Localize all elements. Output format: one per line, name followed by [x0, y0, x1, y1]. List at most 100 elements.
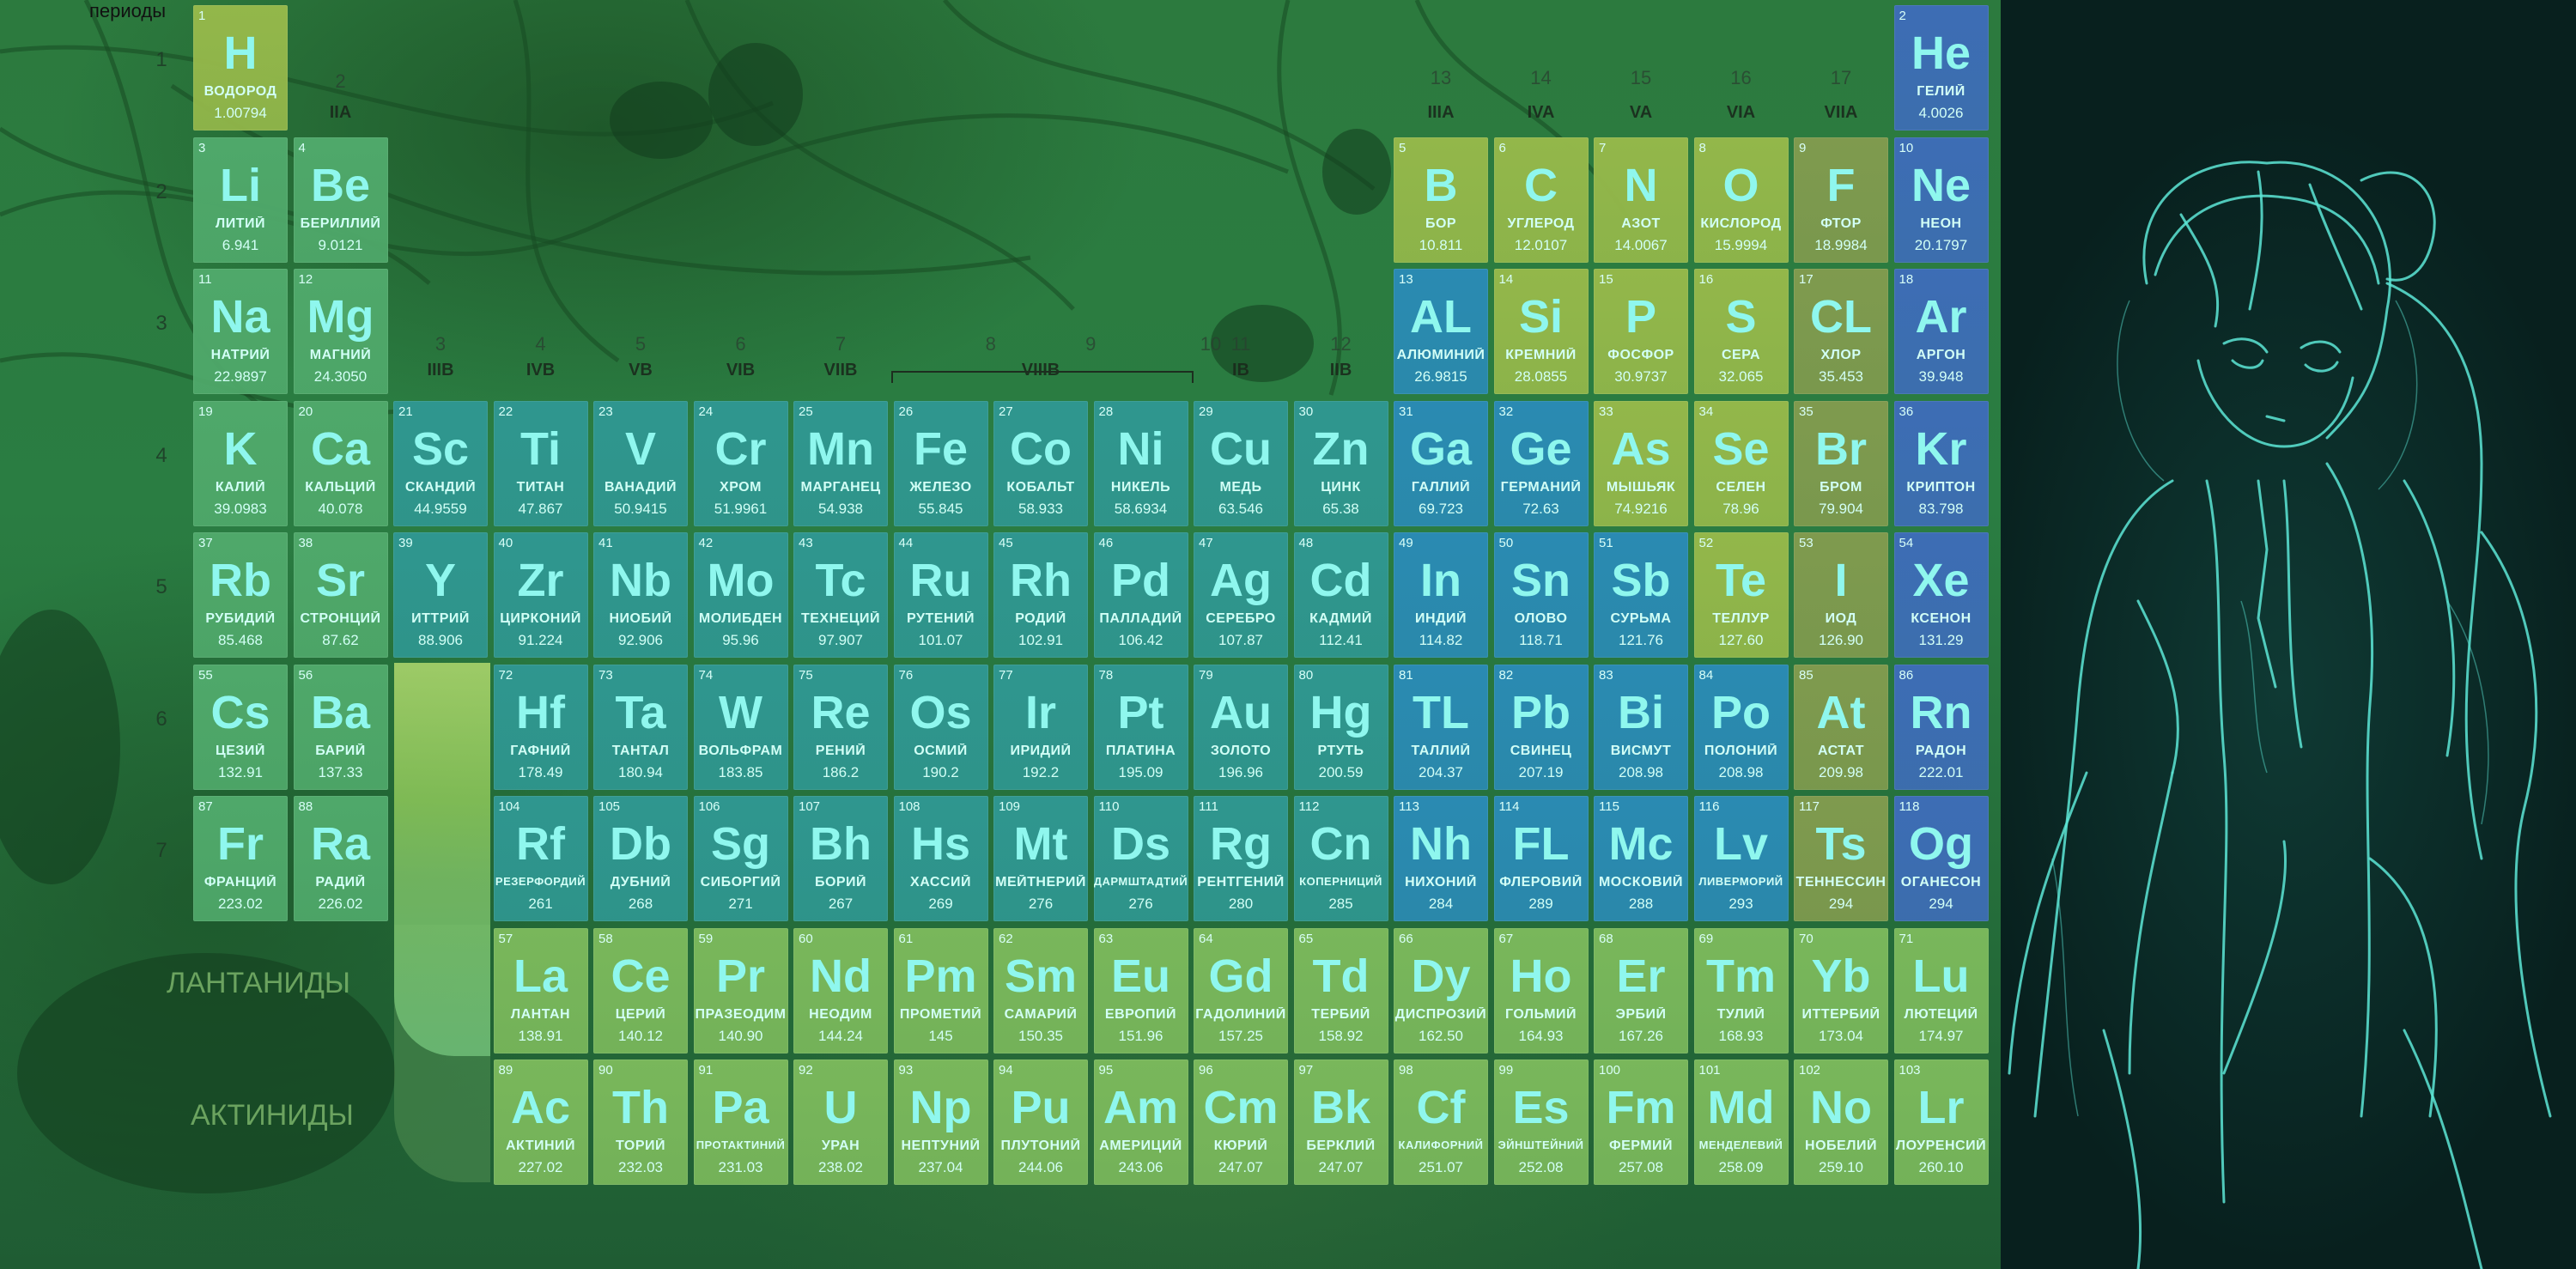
element-number: 71	[1899, 931, 1914, 946]
element-number: 48	[1298, 536, 1314, 550]
element-symbol: Ne	[1911, 159, 1971, 211]
group-number: 6	[735, 333, 746, 355]
element-tile-ne: 10 Ne НЕОН 20.1797	[1893, 137, 1989, 263]
element-name: НИОБИЙ	[609, 611, 672, 626]
element-tile-lr: 103 Lr ЛОУРЕНСИЙ 260.10	[1893, 1060, 1989, 1185]
element-number: 61	[898, 931, 914, 946]
element-tile-cd: 48 Cd КАДМИЙ 112.41	[1293, 532, 1388, 658]
element-mass: 78.96	[1722, 500, 1759, 517]
element-symbol: I	[1834, 555, 1848, 606]
element-mass: 102.91	[1018, 632, 1063, 648]
element-name: ЗОЛОТО	[1210, 743, 1272, 758]
element-number: 91	[698, 1063, 714, 1078]
element-mass: 208.98	[1619, 763, 1663, 780]
element-symbol: Ni	[1117, 422, 1164, 475]
element-symbol: P	[1625, 291, 1657, 343]
element-symbol: U	[823, 1082, 858, 1133]
element-tile-te: 52 Te ТЕЛЛУР 127.60	[1693, 532, 1789, 658]
element-mass: 247.07	[1318, 1159, 1364, 1175]
character-sketch	[2008, 161, 2552, 1269]
element-symbol: Li	[220, 159, 261, 211]
group-number: 9	[1085, 333, 1097, 355]
element-mass: 222.01	[1918, 763, 1964, 780]
element-tile-bh: 107 Bh БОРИЙ 267	[793, 796, 888, 921]
element-tile-eu: 63 Eu ЕВРОПИЙ 151.96	[1093, 927, 1188, 1053]
element-name: СТРОНЦИЙ	[300, 611, 381, 626]
element-symbol: Fm	[1606, 1082, 1676, 1133]
element-name: БАРИЙ	[315, 743, 366, 758]
element-mass: 39.948	[1918, 368, 1964, 385]
element-name: ПРОТАКТИНИЙ	[696, 1138, 786, 1151]
element-tile-ce: 58 Ce ЦЕРИЙ 140.12	[593, 927, 688, 1053]
element-name: ЖЕЛЕЗО	[909, 479, 972, 495]
element-tile-au: 79 Au ЗОЛОТО 196.96	[1194, 664, 1288, 790]
element-number: 7	[1599, 140, 1607, 155]
element-name: НЕОДИМ	[809, 1006, 872, 1022]
element-mass: 35.453	[1819, 368, 1863, 385]
element-number: 36	[1899, 404, 1914, 419]
element-name: МАРГАНЕЦ	[800, 479, 881, 495]
element-mass: 145	[928, 1027, 953, 1044]
element-name: КАЛИЙ	[215, 479, 266, 495]
element-name: ИРИДИЙ	[1010, 743, 1072, 758]
element-name: ВОДОРОД	[204, 84, 277, 99]
element-tile-ta: 73 Ta ТАНТАЛ 180.94	[593, 664, 688, 790]
element-symbol: Sm	[1004, 950, 1078, 1002]
element-mass: 285	[1328, 896, 1353, 912]
element-mass: 280	[1228, 896, 1254, 912]
element-symbol: W	[719, 686, 762, 738]
element-name: ЛИТИЙ	[216, 216, 265, 231]
element-symbol: Ba	[310, 686, 371, 738]
element-tile-yb: 70 Yb ИТТЕРБИЙ 173.04	[1794, 927, 1888, 1053]
element-mass: 294	[1828, 896, 1854, 912]
element-mass: 269	[928, 896, 953, 912]
element-name: БРОМ	[1820, 479, 1862, 495]
element-mass: 121.76	[1619, 632, 1663, 648]
element-name: ЕВРОПИЙ	[1104, 1006, 1177, 1022]
element-symbol: FL	[1512, 818, 1570, 870]
element-number: 37	[198, 536, 213, 550]
element-number: 106	[698, 799, 720, 814]
element-mass: 243.06	[1118, 1159, 1163, 1175]
element-mass: 238.02	[818, 1159, 863, 1175]
element-tile-ac: 89 Ac АКТИНИЙ 227.02	[493, 1060, 588, 1185]
element-tile-i: 53 I ИОД 126.90	[1794, 532, 1888, 658]
element-tile-p: 15 P ФОСФОР 30.9737	[1594, 269, 1688, 394]
element-name: АЛЮМИНИЙ	[1396, 348, 1485, 362]
element-mass: 196.96	[1218, 763, 1263, 780]
element-tile-b: 5 B БОР 10.811	[1394, 137, 1488, 263]
element-tile-tm: 69 Tm ТУЛИЙ 168.93	[1693, 927, 1789, 1053]
element-number: 38	[298, 536, 313, 550]
element-number: 74	[698, 667, 714, 683]
element-mass: 271	[728, 896, 753, 912]
element-number: 43	[799, 536, 813, 550]
element-mass: 140.90	[718, 1027, 763, 1044]
element-number: 58	[598, 931, 613, 946]
element-tile-sn: 50 Sn ОЛОВО 118.71	[1493, 532, 1589, 658]
element-name: ПРАЗЕОДИМ	[695, 1006, 787, 1022]
actinides-label: АКТИНИДЫ	[191, 1099, 354, 1132]
element-symbol: Y	[424, 555, 457, 606]
element-symbol: Sb	[1611, 555, 1671, 606]
element-tile-th: 90 Th ТОРИЙ 232.03	[593, 1060, 688, 1185]
element-tile-fr: 87 Fr ФРАНЦИЙ 223.02	[193, 796, 288, 921]
element-symbol: Mt	[1013, 818, 1068, 870]
element-number: 30	[1298, 404, 1314, 419]
element-tile-td: 65 Td ТЕРБИЙ 158.92	[1293, 927, 1388, 1053]
element-mass: 192.2	[1022, 763, 1060, 780]
element-mass: 144.24	[818, 1027, 863, 1044]
element-number: 2	[1899, 9, 1906, 23]
element-name: АЗОТ	[1621, 216, 1661, 231]
element-symbol: Xe	[1912, 555, 1970, 606]
element-name: ТАЛЛИЙ	[1411, 743, 1471, 758]
element-name: ИНДИЙ	[1415, 611, 1467, 626]
element-name: МОСКОВИЙ	[1598, 875, 1684, 890]
element-symbol: Ga	[1409, 422, 1473, 475]
element-number: 116	[1698, 799, 1720, 814]
element-mass: 260.10	[1918, 1159, 1964, 1175]
anime-character-artwork	[2001, 0, 2576, 1269]
element-mass: 157.25	[1218, 1027, 1263, 1044]
element-tile-sm: 62 Sm САМАРИЙ 150.35	[993, 927, 1088, 1053]
element-tile-co: 27 Co КОБАЛЬТ 58.933	[993, 400, 1088, 526]
element-symbol: Gd	[1208, 950, 1273, 1002]
